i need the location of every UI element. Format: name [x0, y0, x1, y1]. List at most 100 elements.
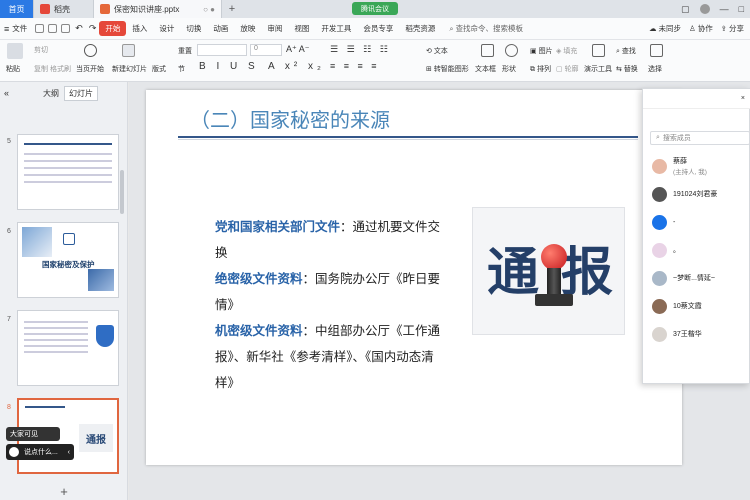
present-tools-icon[interactable]	[592, 44, 605, 57]
font-style-buttons[interactable]: B I U S	[199, 61, 259, 72]
list-buttons[interactable]: ☰ ☰ ☷ ☷	[330, 44, 391, 55]
textbox-icon[interactable]	[481, 44, 494, 57]
paste-icon[interactable]	[7, 43, 23, 59]
scrollbar[interactable]	[120, 170, 124, 214]
menu-transition[interactable]: 切换	[180, 23, 207, 34]
copy-button[interactable]: 复制	[34, 64, 48, 74]
convert-smartart-button[interactable]: ⊞ 转智能图形	[426, 64, 469, 74]
section-button[interactable]: 节	[178, 64, 185, 74]
shape-button[interactable]: 形状	[502, 64, 516, 74]
slide-thumbnail-6[interactable]: 国家秘密及保护	[17, 222, 119, 298]
menu-review[interactable]: 审阅	[261, 23, 288, 34]
picture-button[interactable]: ▣ 图片	[530, 46, 553, 56]
play-icon[interactable]	[84, 44, 97, 57]
chat-avatar-icon	[9, 447, 19, 457]
align-buttons[interactable]: ≡ ≡ ≡ ≡	[330, 61, 380, 71]
tab-document[interactable]: 保密知识讲座.pptx ○ ●	[94, 0, 222, 18]
slide-number: 5	[7, 138, 11, 145]
maximize-icon[interactable]: □	[739, 4, 744, 14]
menu-member[interactable]: 会员专享	[357, 23, 399, 34]
docer-icon	[40, 4, 50, 14]
avatar[interactable]	[699, 4, 710, 14]
share-button[interactable]: ⇪ 分享	[721, 23, 744, 34]
print-icon[interactable]	[61, 24, 71, 33]
redo-icon[interactable]: ↷	[89, 23, 97, 34]
tab-docer[interactable]: 稻壳	[34, 0, 94, 18]
grow-font-icon[interactable]: A⁺ A⁻	[286, 44, 310, 55]
notice-image[interactable]: 通 报	[472, 207, 625, 335]
outline-button[interactable]: ▢ 轮廓	[556, 64, 579, 74]
window-controls: ▢ — □	[681, 2, 744, 16]
avatar	[652, 298, 667, 314]
command-search[interactable]: ⌕ 查找命令、搜索模板	[449, 23, 523, 34]
minimize-icon[interactable]: —	[720, 4, 729, 14]
menu-slideshow[interactable]: 放映	[234, 23, 261, 34]
member-item[interactable]: 10蔡文霞	[652, 295, 750, 317]
new-slide-icon[interactable]	[122, 44, 135, 57]
member-item[interactable]: 蔡薛 (主持人, 我)	[652, 155, 750, 177]
cloud-icon: ☁	[648, 24, 657, 33]
member-item[interactable]: 191024刘君豪	[652, 183, 750, 205]
member-item[interactable]: 37王楷华	[652, 323, 750, 345]
close-tab-icon[interactable]: ○ ●	[203, 5, 215, 14]
slide-body-text[interactable]: 党和国家相关部门文件：通过机要文件交换 绝密级文件资料：国务院办公厅《昨日要情》…	[215, 214, 451, 396]
font-size-select[interactable]: 0	[250, 44, 282, 56]
select-icon[interactable]	[650, 44, 663, 57]
member-item[interactable]: -	[652, 211, 750, 233]
menu-view[interactable]: 视图	[288, 23, 315, 34]
cut-button[interactable]: 剪切	[34, 45, 48, 55]
select-button[interactable]: 选择	[648, 64, 662, 74]
present-tools-button[interactable]: 演示工具	[584, 64, 612, 74]
meeting-indicator[interactable]: 腾讯会议	[352, 2, 398, 15]
search-icon: ⌕	[449, 23, 454, 33]
font-name-select[interactable]	[197, 44, 247, 56]
layout-button[interactable]: 版式	[152, 64, 166, 74]
avatar	[652, 270, 667, 286]
text-direction-button[interactable]: ⟲ 文本	[426, 46, 448, 56]
search-input[interactable]: ⌕ 搜索成员	[650, 131, 750, 145]
undo-icon[interactable]: ↶	[75, 23, 83, 34]
menu-file[interactable]: 文件	[12, 23, 33, 34]
slide-title[interactable]: （二）国家秘密的来源	[190, 104, 390, 133]
menu-icon[interactable]: ≡	[4, 24, 9, 34]
slide-thumbnail-7[interactable]	[17, 310, 119, 386]
paste-button[interactable]: 粘贴	[6, 64, 20, 74]
visibility-badge[interactable]: 大家可见	[6, 427, 60, 441]
menu-design[interactable]: 设计	[153, 23, 180, 34]
play-from-current-button[interactable]: 当页开始	[76, 64, 104, 74]
chevron-left-icon[interactable]: ‹	[68, 449, 70, 456]
restore-icon[interactable]: ▢	[681, 4, 690, 15]
new-tab-button[interactable]: +	[222, 0, 242, 18]
font-effects-buttons[interactable]: A x² x₂	[268, 61, 325, 72]
save-icon[interactable]	[48, 24, 58, 33]
member-item[interactable]: 。	[652, 239, 750, 261]
reset-button[interactable]: 重置	[178, 46, 192, 56]
chat-input[interactable]: 说点什么... ‹	[6, 444, 74, 460]
panel-header: ×	[643, 89, 750, 109]
find-button[interactable]: ⌕ 查找	[616, 46, 636, 56]
close-icon[interactable]: ×	[741, 95, 745, 102]
menu-docer-resources[interactable]: 稻壳资源	[399, 23, 441, 34]
member-item[interactable]: ~梦断...情延~	[652, 267, 750, 289]
lock-icon	[63, 233, 75, 245]
shape-icon[interactable]	[505, 44, 518, 57]
menu-developer[interactable]: 开发工具	[315, 23, 357, 34]
replace-button[interactable]: ⇆ 替换	[616, 64, 638, 74]
collapse-panel-icon[interactable]: «	[4, 88, 9, 98]
collaborate-button[interactable]: ♙ 协作	[689, 23, 713, 34]
fill-button[interactable]: ◈ 填充	[556, 46, 577, 56]
tab-slides[interactable]: 幻灯片	[64, 86, 98, 101]
menu-home[interactable]: 开始	[99, 21, 127, 36]
menu-insert[interactable]: 插入	[126, 23, 153, 34]
new-slide-button[interactable]: 新建幻灯片	[112, 64, 147, 74]
slide-thumbnail-5[interactable]	[17, 134, 119, 210]
tab-home[interactable]: 首页	[0, 0, 34, 18]
menu-animation[interactable]: 动画	[207, 23, 234, 34]
sync-status[interactable]: ☁ 未同步	[649, 23, 681, 34]
open-icon[interactable]	[35, 24, 45, 33]
tab-outline[interactable]: 大纲	[43, 88, 59, 99]
textbox-button[interactable]: 文本框	[475, 64, 496, 74]
arrange-button[interactable]: ⧉ 排列	[530, 64, 551, 74]
add-slide-button[interactable]: +	[0, 482, 128, 500]
format-painter-button[interactable]: 格式刷	[50, 64, 71, 74]
